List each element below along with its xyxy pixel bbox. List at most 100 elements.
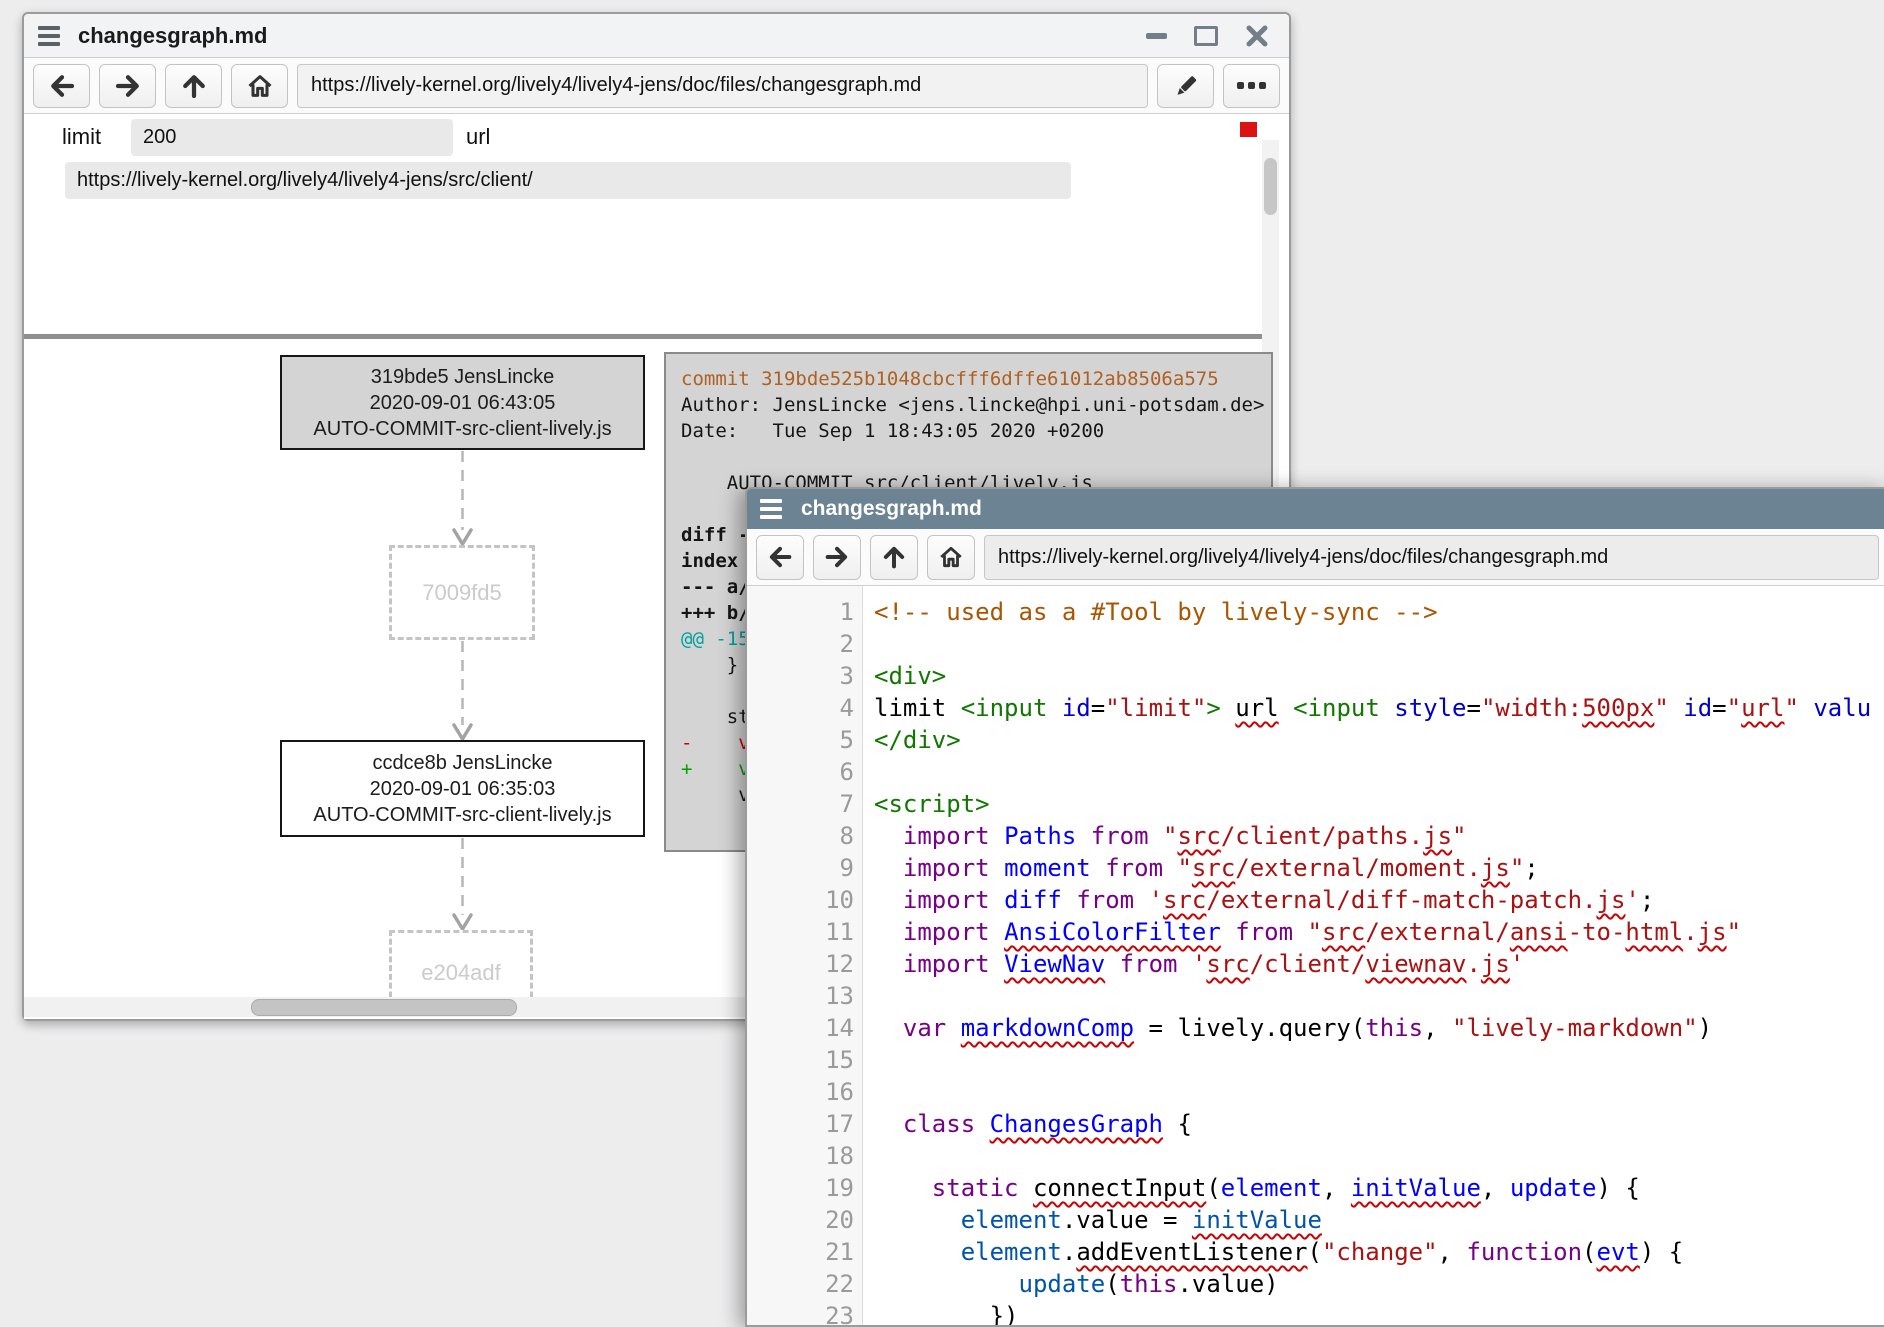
code-token: url [1235, 694, 1278, 722]
home-icon [246, 72, 274, 100]
code-token: -to- [1568, 918, 1626, 946]
code-token: function [1466, 1238, 1582, 1266]
diff-line: commit 319bde525b1048cbcfff6dffe61012ab8… [681, 366, 1256, 392]
code-token: <script> [874, 790, 990, 818]
code-token: element [961, 1238, 1062, 1266]
code-token: import [903, 886, 990, 914]
code-token [1177, 950, 1191, 978]
change-indicator[interactable] [1240, 122, 1257, 137]
url-input[interactable]: https://lively-kernel.org/lively4/lively… [65, 162, 1071, 199]
code-token: "lively-markdown" [1452, 1014, 1698, 1042]
more-options-button[interactable] [1223, 64, 1280, 108]
code-token: var [903, 1014, 946, 1042]
code-token [874, 1270, 1019, 1298]
up-button[interactable] [870, 535, 918, 580]
three-dots-icon [1237, 82, 1266, 89]
code-token: evt [1597, 1238, 1640, 1266]
code-area[interactable]: <!-- used as a #Tool by lively-sync --> … [863, 586, 1884, 1325]
front-titlebar[interactable]: changesgraph.md [747, 489, 1884, 529]
code-token: "change" [1322, 1238, 1438, 1266]
up-button[interactable] [165, 64, 222, 108]
code-token: ; [1640, 886, 1654, 914]
code-token: /client/ [1250, 950, 1366, 978]
limit-input[interactable]: 200 [131, 119, 453, 156]
code-token [990, 854, 1004, 882]
code-token: , [1423, 1014, 1452, 1042]
forward-button[interactable] [99, 64, 156, 108]
address-bar[interactable]: https://lively-kernel.org/lively4/lively… [984, 535, 1879, 580]
code-token: element [961, 1206, 1062, 1234]
minimize-icon[interactable] [1146, 33, 1167, 39]
commit-date: 2020-09-01 06:43:05 [282, 390, 643, 416]
horizontal-scrollbar-thumb[interactable] [251, 999, 517, 1016]
vertical-scrollbar-thumb[interactable] [1264, 158, 1277, 215]
code-token: " [1177, 854, 1191, 882]
code-token [874, 1238, 961, 1266]
code-line [874, 628, 1884, 660]
address-bar[interactable]: https://lively-kernel.org/lively4/lively… [297, 64, 1148, 108]
line-number: 3 [747, 660, 854, 692]
code-token: import [903, 950, 990, 978]
home-button[interactable] [231, 64, 288, 108]
window-menu-icon[interactable] [38, 23, 64, 49]
line-number: 17 [747, 1108, 854, 1140]
code-token: import [903, 854, 990, 882]
close-icon[interactable] [1245, 24, 1269, 48]
back-button[interactable] [756, 535, 804, 580]
code-token: " [1308, 918, 1322, 946]
code-token: update [1019, 1270, 1106, 1298]
line-number: 9 [747, 852, 854, 884]
code-token [1149, 822, 1163, 850]
code-token: ) [1698, 1014, 1712, 1042]
code-token: src [1192, 854, 1235, 882]
code-token: static [932, 1174, 1019, 1202]
commit-node-7009fd5[interactable]: 7009fd5 [389, 545, 535, 640]
code-token: update [1510, 1174, 1597, 1202]
line-number-gutter: 1234567891011121314151617181920212223 [747, 586, 863, 1325]
maximize-icon[interactable] [1194, 26, 1218, 46]
back-button[interactable] [33, 64, 90, 108]
code-editor[interactable]: 1234567891011121314151617181920212223 <!… [747, 586, 1884, 1325]
window-menu-icon[interactable] [760, 496, 786, 522]
code-line: <div> [874, 660, 1884, 692]
code-token: viewnav [1365, 950, 1466, 978]
forward-button[interactable] [813, 535, 861, 580]
url-label: url [466, 124, 490, 150]
commit-node-ccdce8b[interactable]: ccdce8b JensLincke 2020-09-01 06:35:03 A… [280, 740, 645, 837]
line-number: 18 [747, 1140, 854, 1172]
code-line: import Paths from "src/client/paths.js" [874, 820, 1884, 852]
code-token: markdownComp [961, 1014, 1134, 1042]
code-token [990, 886, 1004, 914]
back-titlebar[interactable]: changesgraph.md [24, 14, 1289, 58]
edit-button[interactable] [1157, 64, 1214, 108]
code-token [946, 1014, 960, 1042]
code-token: ) { [1640, 1238, 1683, 1266]
code-line: <!-- used as a #Tool by lively-sync --> [874, 596, 1884, 628]
back-arrow-icon [766, 543, 794, 571]
up-arrow-icon [880, 543, 908, 571]
code-token: connectInput [1033, 1174, 1206, 1202]
code-token [874, 822, 903, 850]
code-token: . [1466, 950, 1480, 978]
window-controls [1146, 24, 1269, 48]
home-button[interactable] [927, 535, 975, 580]
code-token: js [1597, 886, 1626, 914]
code-token: import [903, 822, 990, 850]
code-token: src [1177, 822, 1220, 850]
limit-label: limit [62, 124, 101, 150]
code-token: ' [1149, 886, 1163, 914]
line-number: 14 [747, 1012, 854, 1044]
code-token: /client/paths. [1221, 822, 1423, 850]
code-token: initValue [1192, 1206, 1322, 1234]
code-token: = [1467, 694, 1481, 722]
desktop: changesgraph.md https://lively [0, 0, 1884, 1323]
code-token: .value) [1177, 1270, 1278, 1298]
code-line: </div> [874, 724, 1884, 756]
code-token [874, 886, 903, 914]
commit-node-319bde5[interactable]: 319bde5 JensLincke 2020-09-01 06:43:05 A… [280, 355, 645, 450]
code-token: ) { [1597, 1174, 1640, 1202]
code-token: html [1625, 918, 1683, 946]
line-number: 11 [747, 916, 854, 948]
code-token: initValue [1351, 1174, 1481, 1202]
code-token [874, 1110, 903, 1138]
